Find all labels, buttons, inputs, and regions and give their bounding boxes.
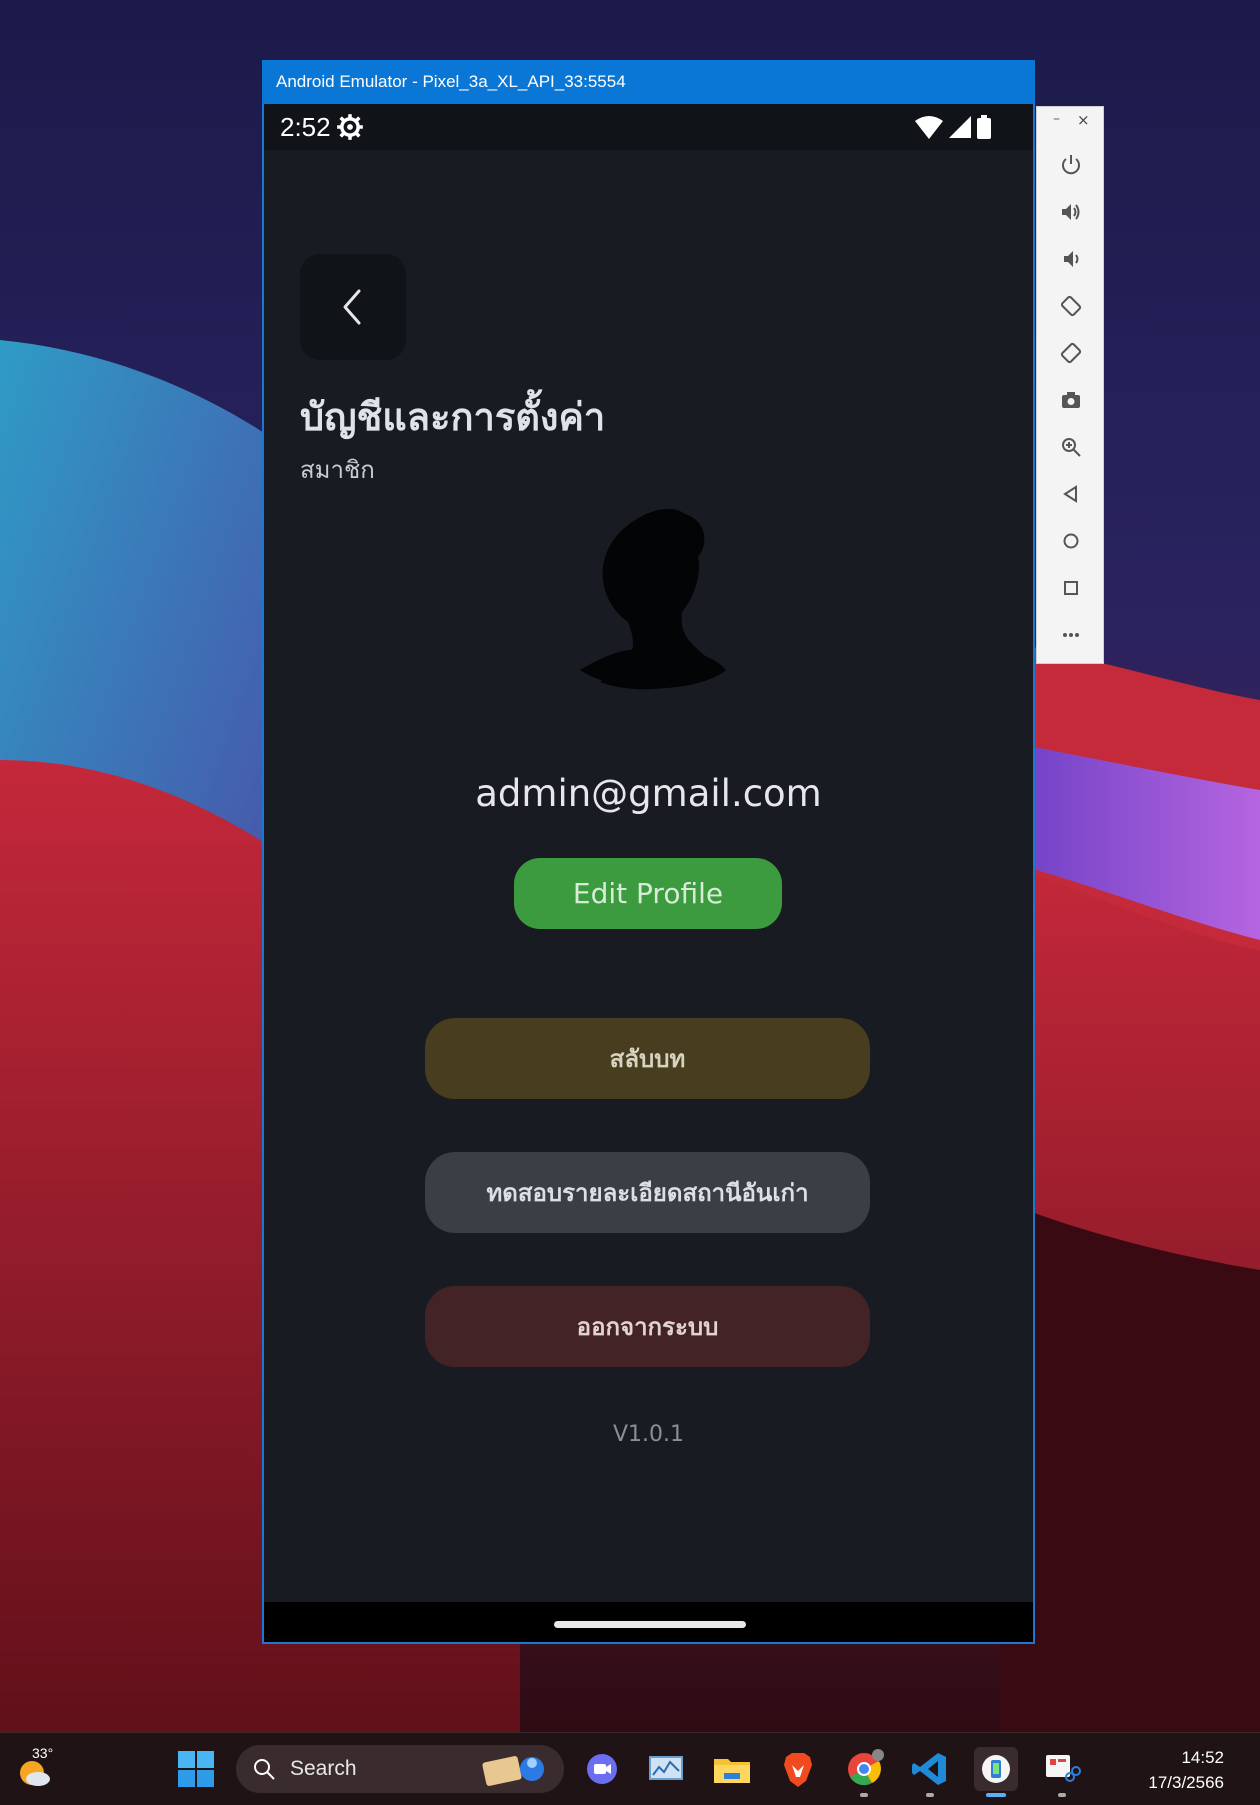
brave-icon [784,1753,812,1787]
settings-icon [337,114,363,140]
wifi-icon [915,116,943,139]
folder-icon [714,1759,750,1783]
app-version: V1.0.1 [612,1422,685,1447]
emulator-window: Android Emulator - Pixel_3a_XL_API_33:55… [262,60,1035,1644]
taskbar-search[interactable]: Search [236,1745,564,1793]
snipping-tool-icon [1046,1755,1081,1782]
video-chat-icon [587,1754,617,1784]
volume-up-icon [1062,203,1080,220]
running-indicator [926,1793,934,1797]
overview-nav-button[interactable] [1037,564,1105,611]
running-indicator [1058,1793,1066,1797]
switch-role-button[interactable]: สลับบท [425,1018,870,1099]
home-icon [1063,533,1079,548]
back-button[interactable] [300,254,406,360]
zoom-icon [1062,437,1081,457]
taskbar-file-explorer[interactable] [710,1747,754,1791]
chevron-left-icon [343,289,361,325]
app-screen: บัญชีและการตั้งค่า สมาชิก admin@gmail.co… [264,150,1033,1602]
rotate-right-icon [1060,342,1082,363]
search-icon [254,1759,275,1780]
volume-down-icon [1064,250,1079,267]
close-button[interactable]: × [1077,111,1090,129]
more-button[interactable] [1037,611,1105,658]
taskbar-chrome-browser[interactable] [842,1747,886,1797]
clock-date: 17/3/2566 [1148,1773,1224,1792]
vscode-icon [912,1753,946,1785]
windows-taskbar: 33° Search 14:52 17/3/2566 [0,1732,1260,1805]
taskbar-snipping-tool[interactable] [1040,1747,1084,1797]
active-indicator [986,1793,1006,1797]
windows-start-icon[interactable] [178,1751,214,1787]
volume-up-button[interactable] [1037,188,1105,235]
back-icon [1063,484,1077,503]
minimize-button[interactable]: – [1053,111,1060,127]
taskbar-meet-app[interactable] [580,1747,624,1791]
search-label: Search [290,1757,357,1780]
taskbar-android-emulator[interactable] [974,1747,1018,1797]
resource-monitor-icon [649,1756,683,1780]
search-highlight-icon [482,1756,544,1786]
home-gesture-bar[interactable] [554,1621,746,1628]
taskbar-monitor-app[interactable] [644,1747,688,1791]
test-station-button[interactable]: ทดสอบรายละเอียดสถานีอันเก่า [425,1152,870,1233]
volume-down-button[interactable] [1037,235,1105,282]
emulator-icon [982,1755,1010,1783]
emulator-side-toolbar: – × [1036,106,1104,664]
power-icon [1062,154,1080,174]
taskbar-vscode[interactable] [908,1747,952,1797]
status-time: 2:52 [280,112,331,142]
page-subtitle: สมาชิก [300,456,375,484]
rotate-left-icon [1060,295,1082,316]
rotate-left-button[interactable] [1037,282,1105,329]
page-title: บัญชีและการตั้งค่า [300,395,606,439]
avatar [580,508,726,690]
edit-profile-button[interactable]: Edit Profile [514,858,782,929]
running-indicator [860,1793,868,1797]
emulator-title: Android Emulator - Pixel_3a_XL_API_33:55… [262,60,1035,104]
zoom-button[interactable] [1037,423,1105,470]
home-nav-button[interactable] [1037,517,1105,564]
battery-icon [977,115,991,139]
signal-icon [949,116,971,138]
back-nav-button[interactable] [1037,470,1105,517]
power-button[interactable] [1037,141,1105,188]
clock-time: 14:52 [1181,1748,1224,1767]
logout-button[interactable]: ออกจากระบบ [425,1286,870,1367]
screenshot-button[interactable] [1037,376,1105,423]
taskbar-brave-browser[interactable] [776,1747,820,1791]
android-status-bar: 2:52 [264,104,1033,150]
weather-temperature: 33° [32,1745,54,1761]
overview-icon [1064,580,1078,595]
android-nav-bar [264,1602,1033,1642]
more-icon [1063,632,1079,637]
chrome-icon [848,1749,884,1786]
system-clock[interactable]: 14:52 17/3/2566 [1148,1745,1224,1795]
user-email: admin@gmail.com [475,772,822,815]
rotate-right-button[interactable] [1037,329,1105,376]
camera-icon [1062,391,1080,408]
